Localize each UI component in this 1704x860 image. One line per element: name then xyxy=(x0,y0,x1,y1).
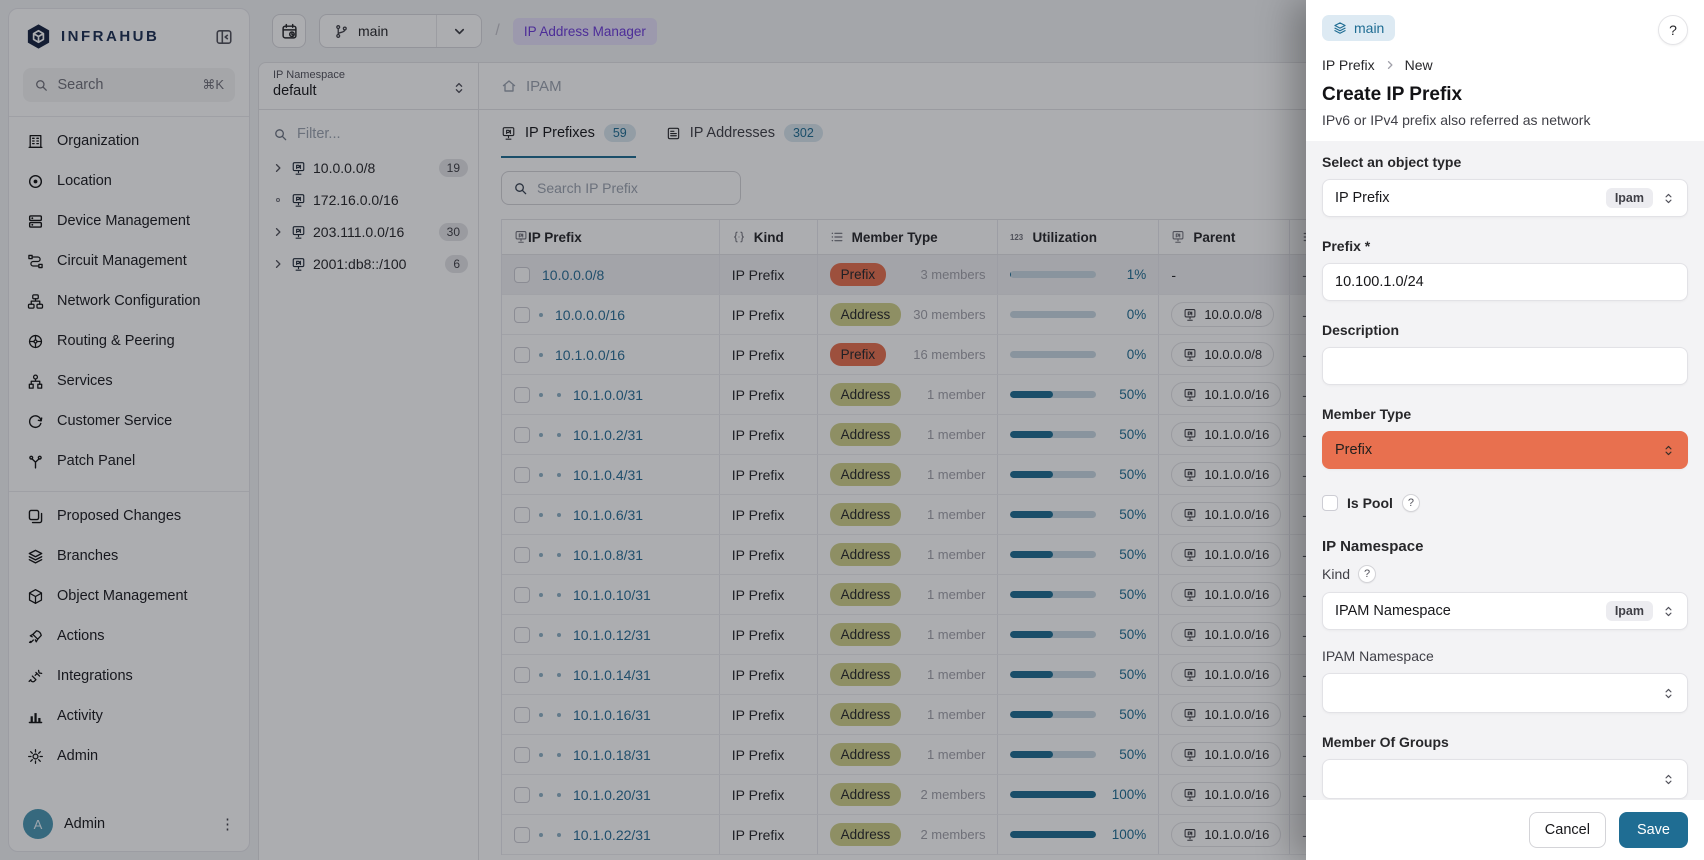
kind-label: Kind xyxy=(1322,566,1350,582)
layers-icon xyxy=(1333,21,1347,35)
drawer-title: Create IP Prefix xyxy=(1322,84,1688,106)
chevron-right-icon xyxy=(1384,59,1396,71)
branch-badge: main xyxy=(1322,15,1395,41)
description-input[interactable] xyxy=(1322,347,1688,385)
breadcrumb-new: New xyxy=(1405,57,1433,73)
member-of-groups-select[interactable] xyxy=(1322,759,1688,799)
kind-help-icon[interactable]: ? xyxy=(1358,565,1376,583)
member-type-select[interactable]: Prefix xyxy=(1322,431,1688,469)
updown-chevron-icon xyxy=(1662,773,1675,786)
description-label: Description xyxy=(1322,322,1688,338)
drawer-footer: Cancel Save xyxy=(1306,800,1704,860)
branch-badge-label: main xyxy=(1354,20,1384,36)
is-pool-label: Is Pool xyxy=(1347,495,1393,511)
prefix-label: Prefix * xyxy=(1322,238,1688,254)
ipam-namespace-label: IPAM Namespace xyxy=(1322,648,1688,664)
updown-chevron-icon xyxy=(1662,687,1675,700)
drawer-header: main ? IP Prefix New Create IP Prefix IP… xyxy=(1306,0,1704,141)
updown-chevron-icon xyxy=(1662,444,1675,457)
drawer-form: Select an object type IP Prefix Ipam Pre… xyxy=(1306,141,1704,800)
updown-chevron-icon xyxy=(1662,605,1675,618)
object-type-value: IP Prefix xyxy=(1335,190,1390,206)
kind-select[interactable]: IPAM Namespace Ipam xyxy=(1322,592,1688,630)
ip-namespace-section-title: IP Namespace xyxy=(1322,538,1688,555)
member-type-value: Prefix xyxy=(1335,442,1372,458)
create-ip-prefix-drawer: main ? IP Prefix New Create IP Prefix IP… xyxy=(1306,0,1704,860)
modal-backdrop[interactable] xyxy=(0,0,1306,860)
kind-value: IPAM Namespace xyxy=(1335,603,1451,619)
save-button[interactable]: Save xyxy=(1619,812,1688,848)
object-type-label: Select an object type xyxy=(1322,154,1688,170)
cancel-button[interactable]: Cancel xyxy=(1529,812,1606,848)
is-pool-checkbox[interactable] xyxy=(1322,495,1338,511)
member-type-label: Member Type xyxy=(1322,406,1688,422)
help-button[interactable]: ? xyxy=(1658,15,1688,45)
updown-chevron-icon xyxy=(1662,192,1675,205)
ipam-kind-badge: Ipam xyxy=(1606,601,1653,621)
drawer-breadcrumb: IP Prefix New xyxy=(1322,57,1688,73)
object-type-select[interactable]: IP Prefix Ipam xyxy=(1322,179,1688,217)
drawer-subtitle: IPv6 or IPv4 prefix also referred as net… xyxy=(1322,112,1688,128)
member-of-groups-label: Member Of Groups xyxy=(1322,734,1688,750)
is-pool-help-icon[interactable]: ? xyxy=(1402,494,1420,512)
ipam-kind-badge: Ipam xyxy=(1606,188,1653,208)
ipam-namespace-select[interactable] xyxy=(1322,673,1688,713)
prefix-input[interactable]: 10.100.1.0/24 xyxy=(1322,263,1688,301)
prefix-input-value: 10.100.1.0/24 xyxy=(1335,274,1424,290)
breadcrumb-ip-prefix[interactable]: IP Prefix xyxy=(1322,57,1375,73)
